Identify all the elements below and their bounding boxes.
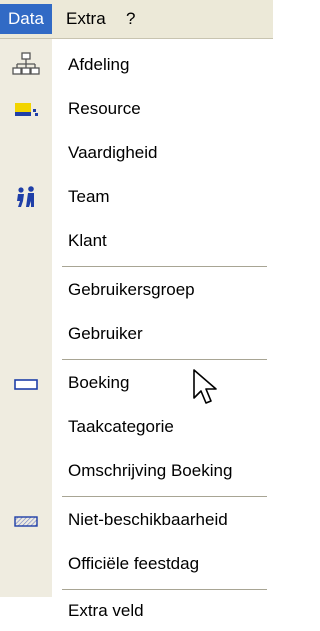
menu-item-label: Taakcategorie (68, 417, 174, 436)
menu-extra[interactable]: Extra (58, 4, 114, 34)
menu-item-vaardigheid[interactable]: Vaardigheid (0, 133, 273, 173)
menu-item-label: Extra veld (68, 601, 144, 620)
menu-item-resource[interactable]: Resource (0, 89, 273, 129)
menu-item-afdeling[interactable]: Afdeling (0, 45, 273, 85)
menu-help[interactable]: ? (118, 4, 143, 34)
menu-item-label: Boeking (68, 373, 130, 392)
menu-item-label: Niet-beschikbaarheid (68, 510, 228, 529)
menu-separator (62, 359, 267, 360)
menu-item-label: Gebruiker (68, 324, 143, 343)
menu-item-gebruiker[interactable]: Gebruiker (0, 314, 273, 354)
menu-item-label: Resource (68, 99, 141, 118)
menu-item-team[interactable]: Team (0, 177, 273, 217)
menu-item-gebruikersgroep[interactable]: Gebruikersgroep (0, 270, 273, 310)
menu-item-extra-veld[interactable]: Extra veld (0, 591, 273, 631)
team-icon (12, 183, 40, 211)
mouse-cursor-icon (193, 369, 217, 404)
unavailability-icon (12, 506, 40, 534)
menu-item-boeking[interactable]: Boeking (0, 363, 273, 403)
menu-separator (62, 496, 267, 497)
menu-item-label: Officiële feestdag (68, 554, 200, 573)
menu-item-label: Vaardigheid (68, 143, 158, 162)
menu-item-label: Omschrijving Boeking (68, 461, 233, 480)
menu-item-label: Team (68, 187, 110, 206)
menu-item-label: Gebruikersgroep (68, 280, 195, 299)
org-chart-icon (12, 51, 40, 79)
menu-item-omschrijving-boeking[interactable]: Omschrijving Boeking (0, 451, 273, 491)
menu-item-taakcategorie[interactable]: Taakcategorie (0, 407, 273, 447)
menu-separator (62, 266, 267, 267)
menu-item-label: Afdeling (68, 55, 130, 74)
menu-item-klant[interactable]: Klant (0, 221, 273, 261)
resource-icon (12, 95, 40, 123)
booking-icon (12, 369, 40, 397)
data-dropdown-menu: Afdeling Resource Vaardigheid Team Klant… (0, 39, 273, 620)
menu-bar: Data Extra ? (0, 0, 273, 39)
menu-item-niet-beschikbaarheid[interactable]: Niet-beschikbaarheid (0, 500, 273, 540)
menu-data[interactable]: Data (0, 4, 52, 34)
menu-item-officiele-feestdag[interactable]: Officiële feestdag (0, 544, 273, 584)
menu-item-label: Klant (68, 231, 107, 250)
menu-separator (62, 589, 267, 590)
